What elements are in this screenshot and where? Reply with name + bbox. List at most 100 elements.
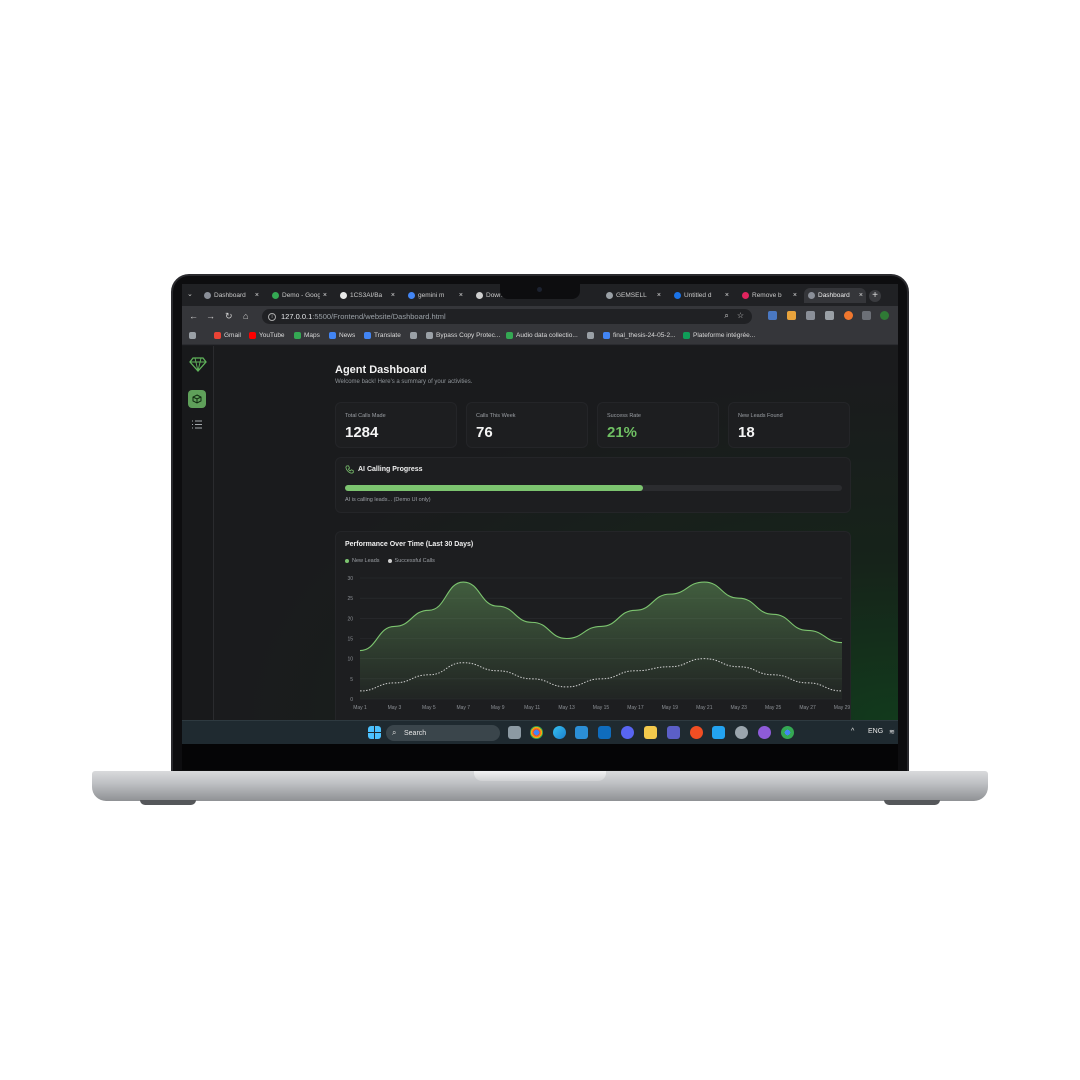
brave-icon[interactable] (690, 726, 703, 739)
progress-status: AI is calling leads... (Demo UI only) (345, 497, 431, 503)
tab-close-icon[interactable]: × (323, 292, 327, 299)
remote-desktop-icon[interactable] (575, 726, 588, 739)
reload-icon[interactable]: ↻ (225, 311, 233, 322)
outlook-icon[interactable] (598, 726, 611, 739)
bookmark-item[interactable]: Translate (364, 332, 401, 339)
task-view-icon[interactable] (508, 726, 521, 739)
new-tab-button[interactable]: + (869, 290, 881, 302)
bookmark-item[interactable]: final_thesis-24-05-2... (603, 332, 676, 339)
chrome-profile-icon[interactable] (781, 726, 794, 739)
x-tick-label: May 27 (799, 705, 816, 711)
legend-item-successful-calls[interactable]: Successful Calls (387, 558, 435, 564)
edge-icon[interactable] (553, 726, 566, 739)
y-tick-label: 15 (347, 637, 353, 643)
tray-overflow-chevron-icon[interactable]: ^ (851, 728, 854, 735)
main-content: Agent Dashboard Welcome back! Here's a s… (335, 346, 851, 720)
bookmark-item[interactable]: Audio data collectio... (506, 332, 578, 339)
bookmark-item[interactable]: Plateforme intégrée... (683, 332, 755, 339)
browser-tab[interactable]: gemini m × (404, 288, 466, 303)
x-tick-label: May 25 (765, 705, 782, 711)
tab-close-icon[interactable]: × (391, 292, 395, 299)
windows-taskbar: ⌕ Search ^ ENG ≋ (182, 720, 898, 744)
extension-phone-icon[interactable] (806, 311, 815, 320)
windows-start-icon[interactable] (368, 726, 381, 739)
bookmark-favicon-icon (249, 332, 256, 339)
bookmark-item[interactable] (410, 332, 420, 339)
forward-icon[interactable]: → (206, 311, 215, 321)
bookmark-label: Bypass Copy Protec... (436, 332, 501, 339)
bookmark-item[interactable] (587, 332, 597, 339)
x-tick-label: May 21 (696, 705, 713, 711)
home-icon[interactable]: ⌂ (243, 311, 248, 321)
taskbar-search[interactable]: ⌕ Search (386, 725, 500, 741)
browser-tab[interactable]: Remove b × (738, 288, 800, 303)
tab-close-icon[interactable]: × (459, 292, 463, 299)
discord-icon[interactable] (621, 726, 634, 739)
address-bar[interactable]: i 127.0.0.1:5500/Frontend/website/Dashbo… (262, 309, 752, 324)
search-icon: ⌕ (392, 728, 397, 737)
extension-translate-icon[interactable] (768, 311, 777, 320)
bookmark-item[interactable]: YouTube (249, 332, 285, 339)
laptop-foot-left (140, 800, 196, 805)
file-explorer-icon[interactable] (644, 726, 657, 739)
wifi-icon[interactable]: ≋ (889, 728, 895, 736)
back-icon[interactable]: ← (189, 311, 198, 321)
bookmark-label: YouTube (259, 332, 285, 339)
github-desktop-icon[interactable] (758, 726, 771, 739)
bookmark-item[interactable]: Maps (294, 332, 320, 339)
tab-close-icon[interactable]: × (859, 292, 863, 299)
tab-search-chevron-icon[interactable]: ⌄ (187, 290, 193, 298)
language-indicator[interactable]: ENG (868, 728, 883, 735)
tab-close-icon[interactable]: × (255, 292, 259, 299)
browser-tab[interactable]: Dashboard × (804, 288, 866, 303)
y-tick-label: 25 (347, 596, 353, 602)
tab-title: Untitled d (684, 292, 712, 299)
browser-tab[interactable]: Untitled d × (670, 288, 732, 303)
bookmark-star-icon[interactable]: ☆ (737, 311, 744, 321)
zoom-icon[interactable]: ⌕ (724, 311, 728, 321)
sidebar-item-dashboard[interactable] (188, 390, 206, 408)
diamond-logo-icon[interactable] (189, 356, 207, 372)
y-tick-label: 0 (350, 697, 353, 703)
chrome-icon[interactable] (530, 726, 543, 739)
extension-brave-icon[interactable] (844, 311, 853, 320)
x-tick-label: May 13 (558, 705, 575, 711)
bookmark-favicon-icon (426, 332, 433, 339)
browser-tab[interactable]: Dashboard × (200, 288, 262, 303)
stat-value: 76 (476, 424, 493, 441)
browser-tab[interactable]: Demo - Google× (268, 288, 330, 303)
settings-gear-icon[interactable] (735, 726, 748, 739)
tab-close-icon[interactable]: × (793, 292, 797, 299)
browser-tab[interactable]: GEMSELL × (602, 288, 664, 303)
tab-close-icon[interactable]: × (657, 292, 661, 299)
legend-item-new-leads[interactable]: New Leads (345, 558, 380, 564)
vscode-icon[interactable] (712, 726, 725, 739)
site-info-icon[interactable]: i (268, 312, 276, 321)
extension-sidepanel-icon[interactable] (862, 311, 871, 320)
list-icon[interactable] (192, 420, 202, 429)
extension-note-icon[interactable] (787, 311, 796, 320)
bookmark-favicon-icon (294, 332, 301, 339)
tab-close-icon[interactable]: × (725, 292, 729, 299)
bookmark-label: Gmail (224, 332, 241, 339)
bookmark-favicon-icon (329, 332, 336, 339)
bookmark-item[interactable]: News (329, 332, 355, 339)
search-label: Search (404, 729, 427, 737)
profile-avatar-icon[interactable] (880, 311, 889, 320)
tab-title: Remove b (752, 292, 782, 299)
y-tick-label: 10 (347, 657, 353, 663)
apps-grid-icon[interactable] (189, 332, 196, 339)
browser-tab[interactable]: 1CS3AI/Ba × (336, 288, 398, 303)
stat-card-calls-week: Calls This Week 76 (466, 402, 588, 448)
bookmark-favicon-icon (410, 332, 417, 339)
x-tick-label: May 3 (388, 705, 402, 711)
progress-fill (345, 485, 644, 491)
stat-label: Success Rate (607, 413, 641, 419)
extension-pen-icon[interactable] (825, 311, 834, 320)
bookmark-favicon-icon (683, 332, 690, 339)
laptop-foot-right (884, 800, 940, 805)
x-tick-label: May 29 (834, 705, 851, 711)
teams-icon[interactable] (667, 726, 680, 739)
bookmark-item[interactable]: Bypass Copy Protec... (426, 332, 500, 339)
bookmark-item[interactable]: Gmail (214, 332, 241, 339)
